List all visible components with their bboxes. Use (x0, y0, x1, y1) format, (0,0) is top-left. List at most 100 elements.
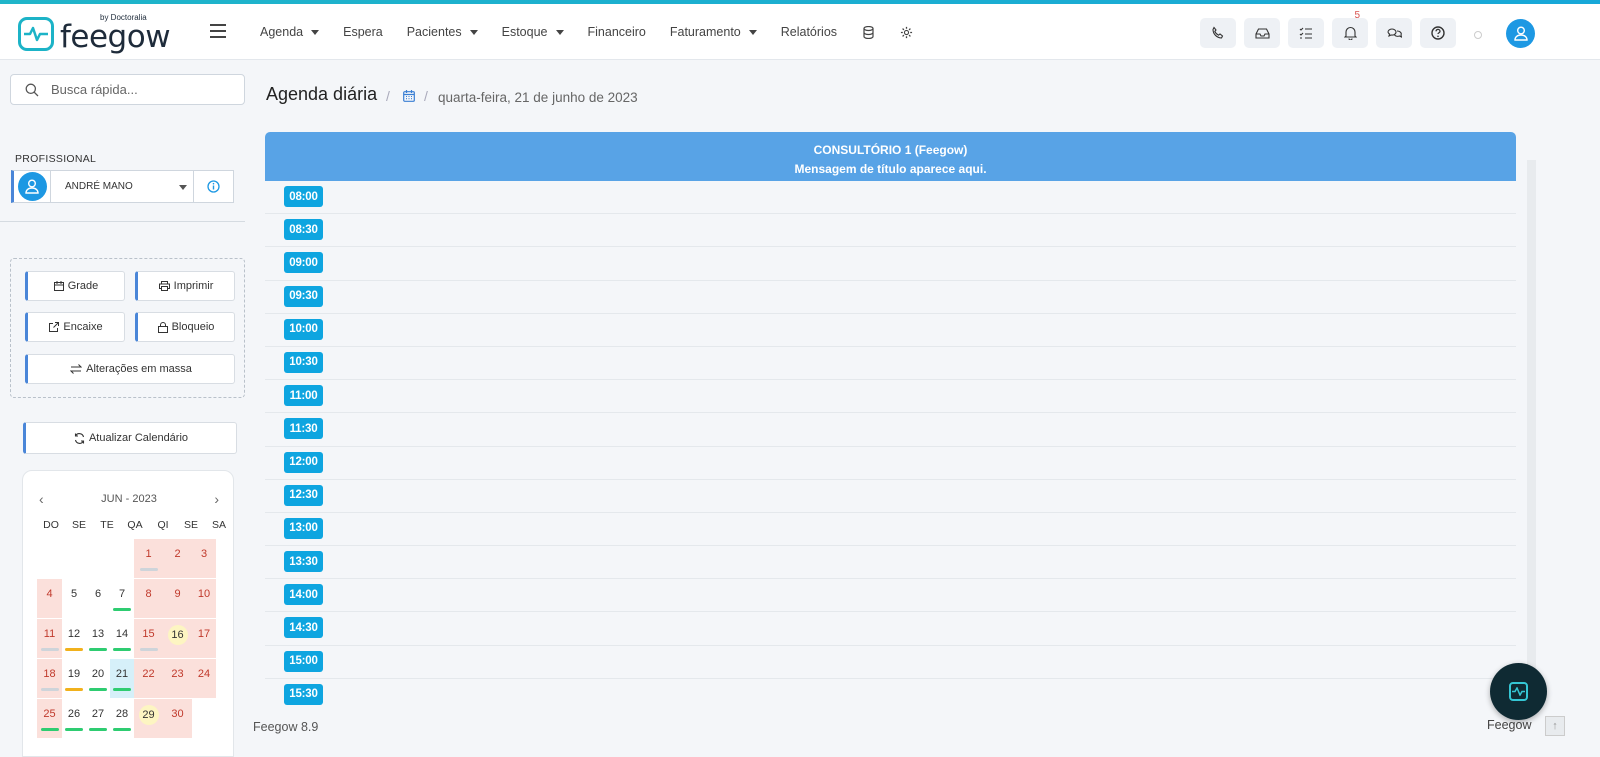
time-slot-badge[interactable]: 13:00 (284, 517, 323, 539)
time-slot-row[interactable]: 14:30 (265, 612, 1516, 646)
calendar-day[interactable]: 16 (163, 619, 192, 659)
nav-estoque[interactable]: Estoque (490, 4, 576, 60)
scroll-top-icon[interactable]: ↑ (1545, 716, 1565, 736)
calendar-day[interactable]: 8 (134, 579, 163, 619)
tasks-button[interactable] (1288, 18, 1324, 48)
calendar-day[interactable]: 4 (37, 579, 62, 619)
chevron-left-icon[interactable]: ‹ (39, 491, 44, 507)
calendar-day[interactable]: 27 (86, 699, 110, 739)
nav-financeiro[interactable]: Financeiro (576, 4, 658, 60)
calendar-day[interactable]: 10 (192, 579, 216, 619)
time-slots: 08:00 08:30 09:00 09:30 10:00 10:30 11:0… (265, 181, 1516, 707)
time-slot-row[interactable]: 09:30 (265, 281, 1516, 314)
time-slot-badge[interactable]: 08:30 (284, 219, 323, 241)
time-slot-row[interactable]: 09:00 (265, 247, 1516, 281)
calendar-day[interactable]: 17 (192, 619, 216, 659)
bloqueio-button[interactable]: Bloqueio (135, 312, 235, 342)
nav-agenda[interactable]: Agenda (248, 4, 331, 60)
calendar-icon[interactable] (403, 89, 415, 107)
calendar-day[interactable]: 29 (134, 699, 163, 739)
calendar-day[interactable]: 14 (110, 619, 134, 659)
time-slot-row[interactable]: 08:00 (265, 181, 1516, 215)
time-slot-row[interactable]: 08:30 (265, 214, 1516, 248)
professional-select[interactable]: ANDRÉ MANO (50, 170, 194, 203)
chevron-right-icon[interactable]: › (214, 491, 219, 507)
time-slot-badge[interactable]: 10:00 (284, 318, 323, 340)
menu-toggle-icon[interactable] (210, 24, 226, 38)
feegow-logo[interactable]: by Doctoralia feegow (18, 13, 171, 55)
time-slot-row[interactable]: 10:30 (265, 347, 1516, 381)
calendar-day[interactable]: 9 (163, 579, 192, 619)
time-slot-badge[interactable]: 09:00 (284, 252, 323, 274)
calendar-day[interactable]: 25 (37, 699, 62, 739)
time-slot-row[interactable]: 12:00 (265, 447, 1516, 480)
calendar-day[interactable]: 11 (37, 619, 62, 659)
imprimir-button[interactable]: Imprimir (135, 271, 235, 301)
calendar-day[interactable]: 23 (163, 659, 192, 699)
calendar-day[interactable]: 6 (86, 579, 110, 619)
time-slot-row[interactable]: 12:30 (265, 480, 1516, 513)
calendar-day[interactable]: 26 (62, 699, 86, 739)
quick-search[interactable] (10, 74, 245, 105)
refresh-calendar-button[interactable]: Atualizar Calendário (23, 422, 237, 454)
calendar-day[interactable]: 30 (163, 699, 192, 739)
time-slot-row[interactable]: 10:00 (265, 314, 1516, 347)
calendar-day[interactable]: 7 (110, 579, 134, 619)
time-slot-badge[interactable]: 13:30 (284, 551, 323, 573)
encaixe-button[interactable]: Encaixe (25, 312, 125, 342)
alteracoes-em-massa-button[interactable]: Alterações em massa (25, 354, 235, 384)
time-slot-row[interactable]: 15:30 (265, 679, 1516, 707)
inbox-button[interactable] (1244, 18, 1280, 48)
calendar-day[interactable]: 22 (134, 659, 163, 699)
agenda-scrollbar[interactable] (1527, 160, 1536, 707)
weekday-label: DO (43, 519, 59, 531)
time-slot-badge[interactable]: 11:30 (284, 418, 323, 440)
user-avatar[interactable] (1506, 19, 1535, 48)
calendar-day[interactable]: 19 (62, 659, 86, 699)
time-slot-badge[interactable]: 14:30 (284, 617, 323, 639)
time-slot-badge[interactable]: 11:00 (284, 385, 323, 407)
calendar-day[interactable]: 18 (37, 659, 62, 699)
time-slot-row[interactable]: 11:00 (265, 380, 1516, 414)
time-slot-row[interactable]: 13:00 (265, 513, 1516, 547)
nav-pacientes[interactable]: Pacientes (395, 4, 490, 60)
time-slot-badge[interactable]: 14:00 (284, 584, 323, 606)
imprimir-label: Imprimir (173, 280, 214, 292)
calendar-day[interactable]: 13 (86, 619, 110, 659)
calendar-empty-cell (110, 539, 134, 579)
nav-espera[interactable]: Espera (331, 4, 395, 60)
time-slot-row[interactable]: 11:30 (265, 413, 1516, 447)
time-slot-badge[interactable]: 12:30 (284, 484, 323, 506)
calendar-day[interactable]: 24 (192, 659, 216, 699)
time-slot-row[interactable]: 15:00 (265, 646, 1516, 679)
calendar-day-selected[interactable]: 21 (110, 659, 134, 699)
time-slot-badge[interactable]: 15:30 (284, 683, 323, 705)
notifications-button[interactable]: 5 (1332, 10, 1368, 48)
calendar-day[interactable]: 20 (86, 659, 110, 699)
time-slot-row[interactable]: 13:30 (265, 546, 1516, 580)
time-slot-badge[interactable]: 10:30 (284, 351, 323, 373)
gear-icon[interactable] (887, 4, 925, 60)
nav-relatorios[interactable]: Relatórios (769, 4, 849, 60)
time-slot-badge[interactable]: 09:30 (284, 285, 323, 307)
search-input[interactable] (51, 82, 231, 97)
time-slot-badge[interactable]: 12:00 (284, 451, 323, 473)
phone-button[interactable] (1200, 18, 1236, 48)
time-slot-badge[interactable]: 08:00 (284, 186, 323, 207)
database-icon[interactable] (849, 4, 887, 60)
help-button[interactable] (1420, 18, 1456, 48)
nav-faturamento[interactable]: Faturamento (658, 4, 769, 60)
professional-info-button[interactable] (194, 170, 234, 203)
time-slot-row[interactable]: 14:00 (265, 579, 1516, 613)
calendar-day[interactable]: 2 (163, 539, 192, 579)
calendar-day[interactable]: 15 (134, 619, 163, 659)
calendar-day[interactable]: 5 (62, 579, 86, 619)
calendar-day[interactable]: 12 (62, 619, 86, 659)
calendar-day[interactable]: 3 (192, 539, 216, 579)
calendar-day[interactable]: 1 (134, 539, 163, 579)
assistant-fab-button[interactable] (1490, 663, 1547, 720)
chat-button[interactable] (1376, 18, 1412, 48)
time-slot-badge[interactable]: 15:00 (284, 650, 323, 672)
calendar-day[interactable]: 28 (110, 699, 134, 739)
grade-button[interactable]: Grade (25, 271, 125, 301)
